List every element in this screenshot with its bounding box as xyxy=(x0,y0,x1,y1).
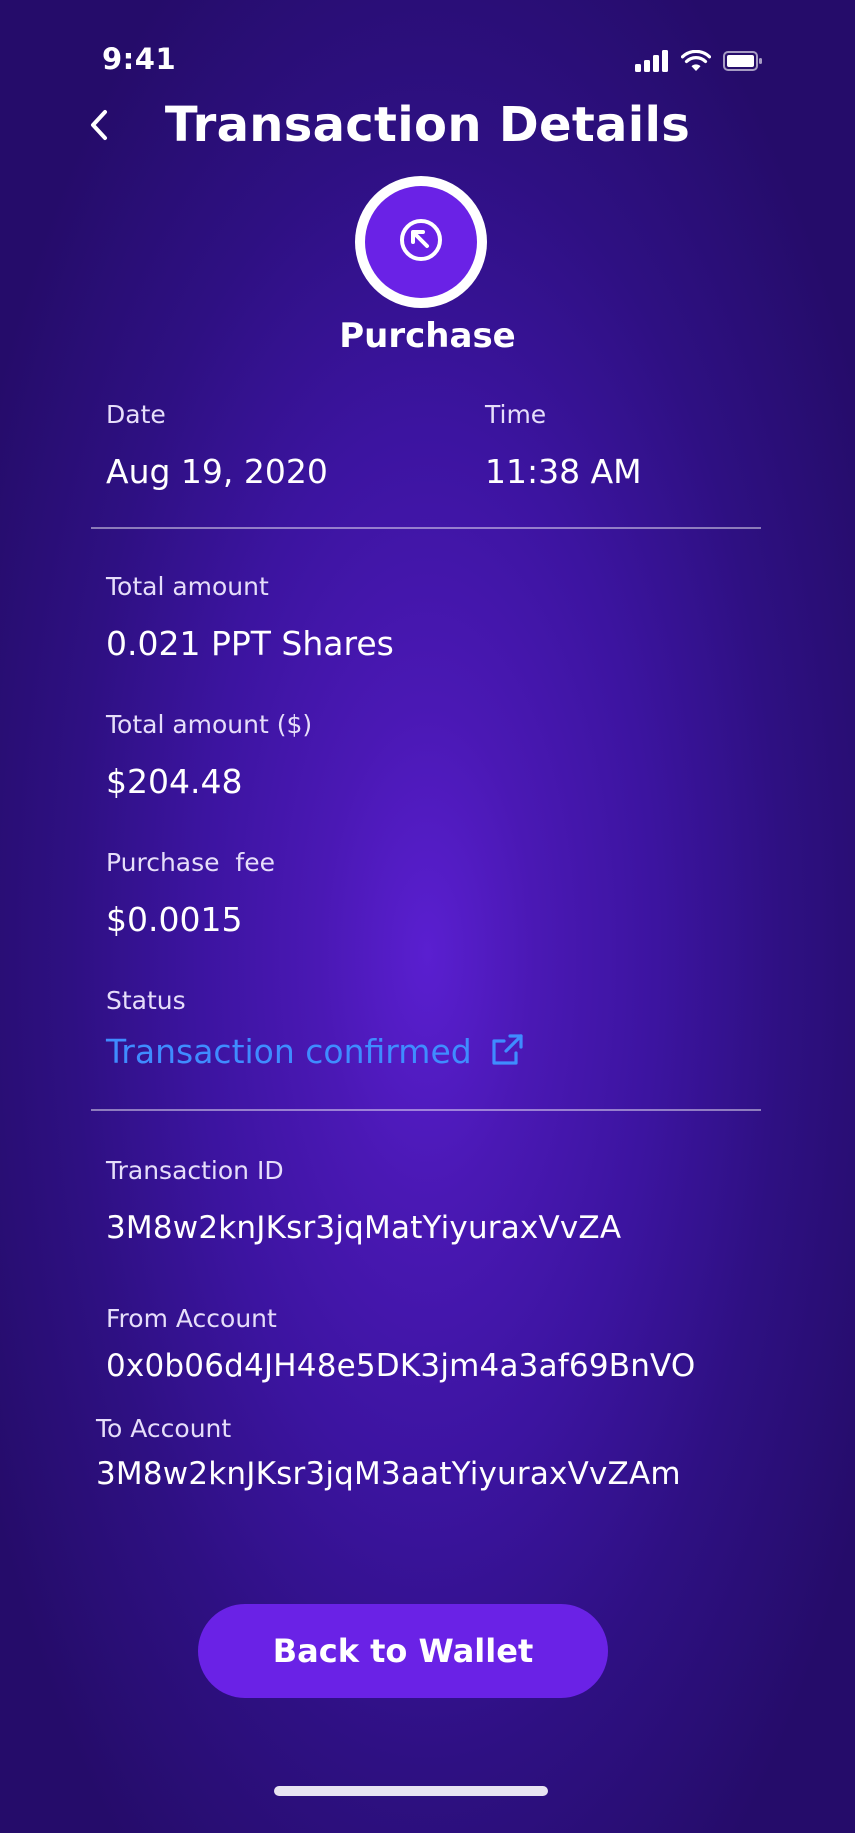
transaction-details-screen: 9:41 Transaction Details Purchase Date A… xyxy=(0,0,855,1833)
time-label: Time xyxy=(485,400,547,429)
page-title: Transaction Details xyxy=(164,97,691,153)
total-amount-usd-label: Total amount ($) xyxy=(106,710,313,739)
home-indicator xyxy=(274,1786,548,1796)
wifi-icon xyxy=(680,49,712,76)
status-link[interactable]: Transaction confirmed xyxy=(106,1032,524,1071)
purchase-fee-label: Purchase fee xyxy=(106,848,275,877)
status-bar: 9:41 xyxy=(0,0,855,110)
total-amount-value: 0.021 PPT Shares xyxy=(106,624,394,663)
transaction-type-label: Purchase xyxy=(339,316,516,356)
total-amount-usd-value: $204.48 xyxy=(106,762,243,801)
status-value: Transaction confirmed xyxy=(106,1032,472,1071)
transaction-id-value: 3M8w2knJKsr3jqMatYiyuraxVvZA xyxy=(106,1210,622,1246)
from-account-value: 0x0b06d4JH48e5DK3jm4a3af69BnVO xyxy=(106,1348,696,1384)
to-account-value: 3M8w2knJKsr3jqM3aatYiyuraxVvZAm xyxy=(96,1456,681,1492)
nav-bar: Transaction Details xyxy=(0,95,855,165)
status-icons xyxy=(635,46,763,76)
purchase-fee-value: $0.0015 xyxy=(106,900,243,939)
signal-icon xyxy=(635,50,669,76)
transaction-type-badge xyxy=(355,176,487,308)
status-label: Status xyxy=(106,986,186,1015)
back-to-wallet-button[interactable]: Back to Wallet xyxy=(198,1604,608,1698)
date-value: Aug 19, 2020 xyxy=(106,452,328,491)
battery-icon xyxy=(723,50,763,76)
transaction-id-label: Transaction ID xyxy=(106,1156,284,1185)
divider xyxy=(91,1109,761,1111)
date-label: Date xyxy=(106,400,166,429)
to-account-label: To Account xyxy=(96,1414,232,1443)
from-account-label: From Account xyxy=(106,1304,277,1333)
divider xyxy=(91,527,761,529)
external-link-icon xyxy=(490,1033,524,1071)
total-amount-label: Total amount xyxy=(106,572,269,601)
arrow-up-left-circle-icon xyxy=(398,217,444,267)
status-time: 9:41 xyxy=(102,42,177,76)
time-value: 11:38 AM xyxy=(485,452,642,491)
